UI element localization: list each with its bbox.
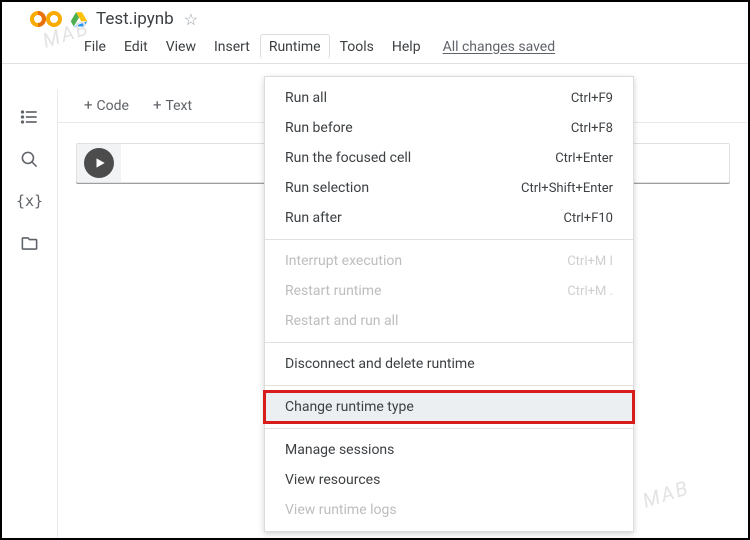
left-rail: {x} (2, 89, 58, 538)
variables-icon[interactable]: {x} (20, 191, 40, 211)
dd-label: Change runtime type (285, 399, 414, 415)
notebook-title[interactable]: Test.ipynb (96, 9, 174, 29)
dd-label: Restart runtime (285, 283, 382, 299)
dd-label: Manage sessions (285, 442, 394, 458)
dd-separator (265, 385, 633, 386)
menu-edit[interactable]: Edit (116, 35, 156, 59)
colab-logo-icon (30, 8, 62, 30)
run-cell-button[interactable] (84, 148, 114, 178)
dd-change-runtime-type[interactable]: Change runtime type (265, 392, 633, 422)
menu-view[interactable]: View (158, 35, 204, 59)
menu-help[interactable]: Help (384, 35, 429, 59)
add-code-button[interactable]: + Code (76, 95, 137, 117)
header: Test.ipynb ☆ File Edit View Insert Runti… (2, 2, 748, 64)
toc-icon[interactable] (20, 107, 40, 127)
dd-label: Run before (285, 120, 353, 136)
dd-shortcut: Ctrl+F9 (571, 91, 613, 106)
dd-disconnect[interactable]: Disconnect and delete runtime (265, 349, 633, 379)
dd-label: Run all (285, 90, 327, 106)
search-icon[interactable] (20, 149, 40, 169)
dd-interrupt: Interrupt execution Ctrl+M I (265, 246, 633, 276)
menubar: File Edit View Insert Runtime Tools Help… (30, 32, 738, 63)
dd-shortcut: Ctrl+M . (567, 284, 613, 299)
dd-run-focused[interactable]: Run the focused cell Ctrl+Enter (265, 143, 633, 173)
dd-shortcut: Ctrl+M I (567, 254, 613, 269)
dd-label: Run the focused cell (285, 150, 411, 166)
menu-insert[interactable]: Insert (206, 35, 258, 59)
dd-label: Disconnect and delete runtime (285, 356, 475, 372)
title-row: Test.ipynb ☆ (30, 8, 738, 32)
dd-separator (265, 239, 633, 240)
menu-runtime[interactable]: Runtime (260, 34, 330, 59)
dd-run-before[interactable]: Run before Ctrl+F8 (265, 113, 633, 143)
dd-separator (265, 342, 633, 343)
drive-icon (70, 10, 88, 28)
dd-label: View resources (285, 472, 380, 488)
dd-shortcut: Ctrl+F8 (571, 121, 613, 136)
dd-run-all[interactable]: Run all Ctrl+F9 (265, 83, 633, 113)
dd-restart: Restart runtime Ctrl+M . (265, 276, 633, 306)
dd-view-resources[interactable]: View resources (265, 465, 633, 495)
dd-run-selection[interactable]: Run selection Ctrl+Shift+Enter (265, 173, 633, 203)
dd-shortcut: Ctrl+F10 (564, 211, 613, 226)
dd-shortcut: Ctrl+Shift+Enter (521, 181, 613, 196)
dd-shortcut: Ctrl+Enter (555, 151, 613, 166)
add-text-button[interactable]: + Text (145, 95, 200, 117)
dd-run-after[interactable]: Run after Ctrl+F10 (265, 203, 633, 233)
plus-icon: + (153, 98, 162, 113)
run-cell-wrap (77, 144, 121, 182)
dd-label: Restart and run all (285, 313, 398, 329)
dd-label: Interrupt execution (285, 253, 402, 269)
star-icon[interactable]: ☆ (184, 10, 198, 29)
plus-icon: + (84, 98, 93, 113)
runtime-dropdown: Run all Ctrl+F9 Run before Ctrl+F8 Run t… (264, 76, 634, 532)
add-text-label: Text (165, 98, 192, 114)
files-icon[interactable] (20, 233, 40, 253)
dd-label: Run selection (285, 180, 369, 196)
save-status[interactable]: All changes saved (443, 39, 556, 55)
menu-tools[interactable]: Tools (332, 35, 382, 59)
dd-label: View runtime logs (285, 502, 397, 518)
dd-separator (265, 428, 633, 429)
dd-manage-sessions[interactable]: Manage sessions (265, 435, 633, 465)
menu-file[interactable]: File (76, 35, 114, 59)
dd-view-logs: View runtime logs (265, 495, 633, 525)
add-code-label: Code (97, 98, 129, 114)
dd-label: Run after (285, 210, 342, 226)
dd-restart-all: Restart and run all (265, 306, 633, 336)
